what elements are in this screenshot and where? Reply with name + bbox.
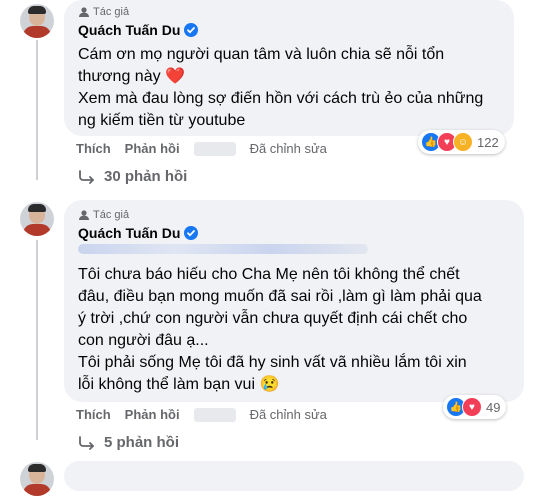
view-replies-button[interactable]: 5 phản hồi	[78, 434, 179, 451]
reactions-summary[interactable]: 👍 ♥ ☺ 122	[418, 130, 505, 154]
reply-arrow-icon	[79, 435, 94, 450]
view-replies-button[interactable]: 30 phản hồi	[78, 168, 187, 185]
reaction-count: 49	[486, 399, 501, 415]
comment-bubble	[64, 461, 524, 491]
love-reaction-icon: ♥	[462, 397, 482, 417]
edited-label: Đã chỉnh sửa	[249, 141, 327, 156]
verified-icon	[184, 23, 199, 37]
reply-button[interactable]: Phản hồi	[125, 141, 180, 156]
mentioned-name-redacted	[78, 244, 368, 254]
comment-text: Tôi chưa báo hiếu cho Cha Mẹ nên tôi khô…	[78, 266, 482, 393]
author-badge-label: Tác giả	[93, 6, 130, 18]
comment-actions: Thích Phản hồi Đã chỉnh sửa	[76, 407, 341, 422]
edited-label: Đã chỉnh sửa	[249, 407, 327, 422]
comment-text: Cám ơn mọ người quan tâm và luôn chia sẽ…	[78, 46, 484, 129]
author-badge: Tác giả	[78, 6, 129, 18]
care-reaction-icon: ☺	[453, 132, 473, 152]
comment-actions: Thích Phản hồi Đã chỉnh sửa	[76, 141, 341, 156]
author-badge-icon	[79, 7, 89, 17]
author-badge: Tác giả	[78, 209, 129, 221]
author-name[interactable]: Quách Tuấn Du	[78, 225, 199, 241]
reactions-summary[interactable]: 👍 ♥ 49	[443, 395, 507, 419]
author-name[interactable]: Quách Tuấn Du	[78, 22, 199, 38]
avatar[interactable]	[20, 462, 54, 496]
author-badge-icon	[79, 210, 89, 220]
verified-icon	[184, 226, 199, 240]
like-button[interactable]: Thích	[76, 407, 111, 422]
thread-line	[36, 40, 38, 180]
timestamp-redacted	[193, 407, 236, 422]
reply-arrow-icon	[79, 169, 94, 184]
avatar[interactable]	[20, 4, 54, 38]
timestamp-redacted	[193, 141, 236, 156]
like-button[interactable]: Thích	[76, 141, 111, 156]
reaction-count: 122	[477, 134, 499, 150]
author-badge-label: Tác giả	[93, 209, 130, 221]
reply-button[interactable]: Phản hồi	[125, 407, 180, 422]
thread-line	[36, 240, 38, 440]
avatar[interactable]	[20, 202, 54, 236]
